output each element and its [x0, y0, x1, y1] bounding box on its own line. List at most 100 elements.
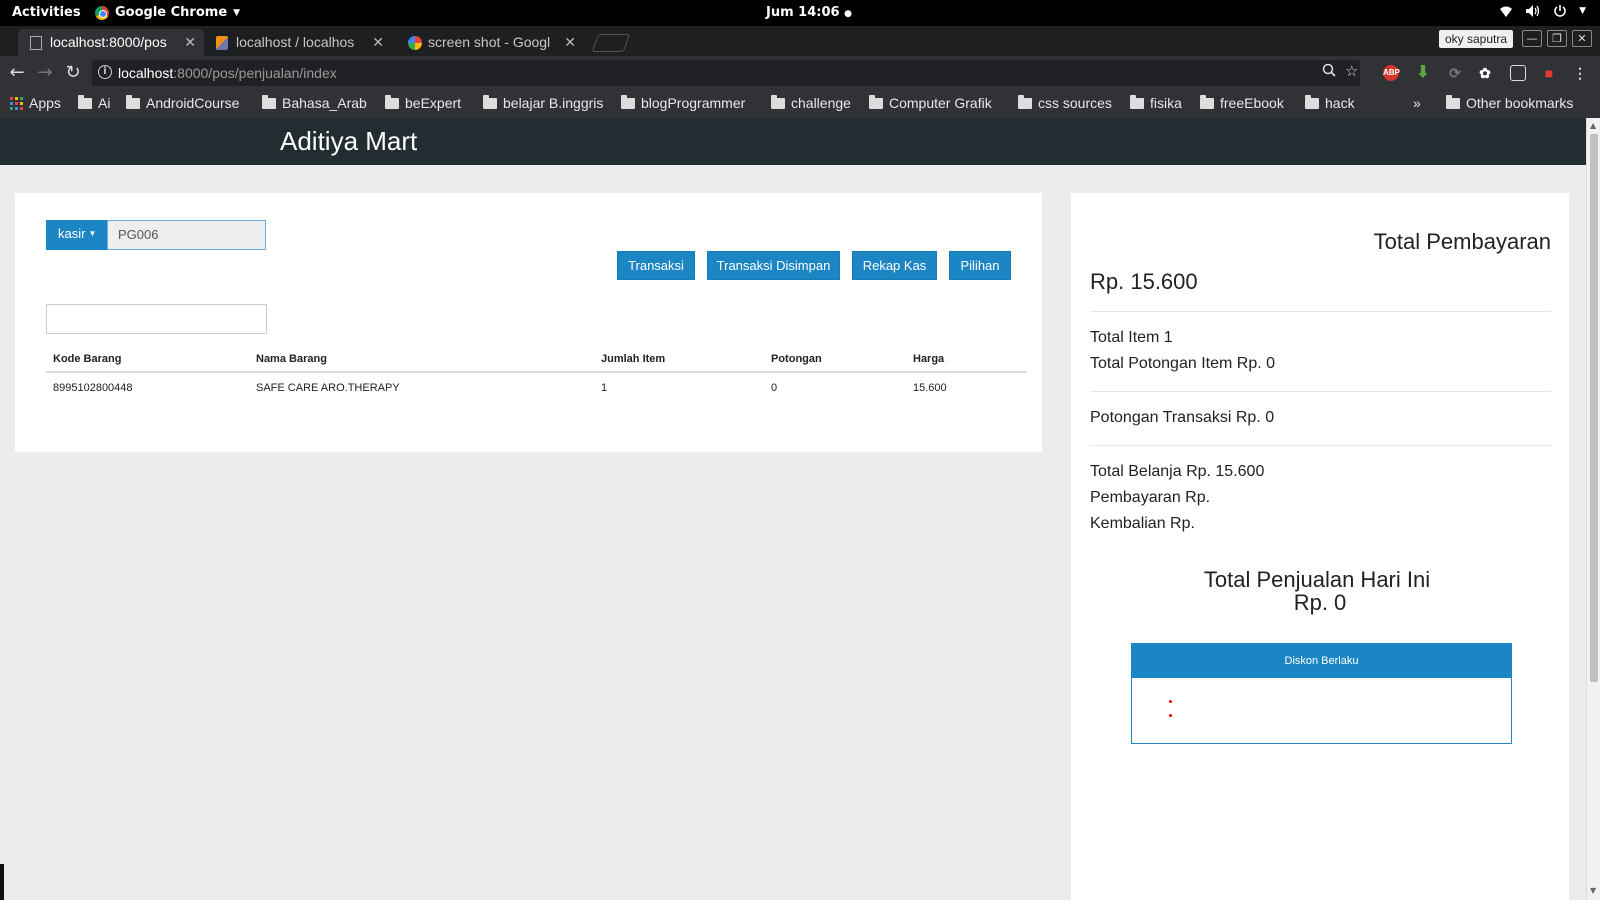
bookmark-label: Computer Grafik — [889, 95, 992, 111]
tab-strip: localhost:8000/pos ✕ localhost / localho… — [0, 26, 1600, 56]
info-icon[interactable]: i — [98, 65, 112, 79]
kasir-code-field[interactable]: PG006 — [107, 220, 266, 250]
app-header: Aditiya Mart — [0, 118, 1586, 165]
total-belanja: Total Belanja Rp. 15.600 — [1090, 463, 1265, 480]
activities-button[interactable]: Activities — [12, 5, 81, 20]
bookmarks-bar: Apps Ai AndroidCourse Bahasa_Arab beExpe… — [0, 90, 1600, 118]
scroll-down-icon[interactable]: ▼ — [1590, 886, 1596, 895]
close-tab-icon[interactable]: ✕ — [372, 34, 384, 51]
page-scrollbar[interactable]: ▲ ▼ — [1586, 118, 1600, 900]
transaksi-disimpan-button[interactable]: Transaksi Disimpan — [707, 251, 840, 280]
minimize-icon[interactable]: — — [1522, 30, 1542, 47]
clock[interactable]: Jum 14:06 ● — [766, 5, 852, 20]
table-row[interactable]: 8995102800448 SAFE CARE ARO.THERAPY 1 0 … — [46, 373, 1027, 402]
folder-icon — [1446, 94, 1460, 109]
bookmark-blogprogrammer[interactable]: blogProgrammer — [621, 94, 746, 111]
payment-summary-panel: Total Pembayaran Rp. 15.600 Total Item 1… — [1071, 193, 1569, 900]
transaction-panel: kasir ▼ PG006 Transaksi Transaksi Disimpa… — [15, 193, 1042, 452]
penjualan-hari-ini-value: Rp. 0 — [1293, 590, 1347, 615]
pembayaran: Pembayaran Rp. — [1090, 489, 1211, 506]
url-path: :8000/pos/penjualan/index — [173, 65, 337, 81]
wifi-icon — [1499, 4, 1513, 22]
close-window-icon[interactable]: ✕ — [1572, 30, 1592, 47]
folder-icon — [385, 94, 399, 109]
profile-button[interactable]: oky saputra — [1439, 30, 1514, 48]
column-header: Nama Barang — [256, 353, 327, 365]
tab-title: screen shot - Googl — [428, 34, 551, 50]
bookmark-css-sources[interactable]: css sources — [1018, 94, 1112, 111]
close-tab-icon[interactable]: ✕ — [564, 34, 576, 51]
total-item: Total Item 1 — [1090, 329, 1173, 346]
rekap-kas-button[interactable]: Rekap Kas — [852, 251, 937, 280]
phpmyadmin-icon — [216, 36, 228, 50]
tab-title: localhost:8000/pos — [50, 34, 167, 50]
nama-barang-cell: SAFE CARE ARO.THERAPY — [256, 382, 400, 394]
folder-icon — [483, 94, 497, 109]
cast-extension-icon[interactable] — [1510, 65, 1526, 81]
gnome-extension-icon[interactable]: ✿ — [1477, 65, 1493, 81]
window-edge — [0, 864, 4, 900]
potongan-transaksi: Potongan Transaksi Rp. 0 — [1090, 409, 1275, 426]
caret-down-icon: ▼ — [88, 229, 97, 238]
bookmark-belajar-binggris[interactable]: belajar B.inggris — [483, 94, 603, 111]
bookmark-star-icon[interactable]: ☆ — [1345, 62, 1358, 80]
bookmark-fisika[interactable]: fisika — [1130, 94, 1182, 111]
tab-google-search[interactable]: screen shot - Googl ✕ — [396, 29, 584, 56]
forward-arrow-icon[interactable]: → — [34, 62, 56, 83]
download-arrow-icon[interactable]: ⬇ — [1415, 65, 1431, 81]
scroll-up-icon[interactable]: ▲ — [1590, 121, 1596, 130]
url-text[interactable]: localhost:8000/pos/penjualan/index — [118, 65, 337, 81]
column-header: Harga — [913, 353, 945, 365]
bookmarks-overflow-chevron-icon[interactable]: » — [1413, 95, 1421, 111]
zoom-icon[interactable] — [1322, 63, 1336, 81]
volume-icon — [1525, 4, 1541, 22]
transaksi-button[interactable]: Transaksi — [617, 251, 695, 280]
address-bar[interactable]: i localhost:8000/pos/penjualan/index ☆ — [92, 60, 1360, 86]
total-potongan-item: Total Potongan Item Rp. 0 — [1090, 355, 1275, 372]
kasir-dropdown-button[interactable]: kasir ▼ — [46, 220, 107, 250]
bookmark-other[interactable]: Other bookmarks — [1446, 94, 1573, 111]
new-tab-button[interactable] — [591, 34, 631, 52]
system-top-bar: Activities Google Chrome ▼ Jum 14:06 ● ▼ — [0, 0, 1600, 26]
bookmark-beexpert[interactable]: beExpert — [385, 94, 461, 111]
scrollbar-thumb[interactable] — [1590, 134, 1598, 682]
divider — [1090, 311, 1551, 312]
barcode-input[interactable] — [46, 304, 267, 334]
bookmark-ai[interactable]: Ai — [78, 94, 111, 111]
jumlah-item-cell: 1 — [601, 382, 608, 394]
bookmark-challenge[interactable]: challenge — [771, 94, 851, 111]
bookmark-androidcourse[interactable]: AndroidCourse — [126, 94, 239, 111]
app-menu-label: Google Chrome — [115, 5, 228, 20]
bookmark-freeebook[interactable]: freeEbook — [1200, 94, 1284, 111]
harga-cell: 15.600 — [913, 382, 947, 394]
bookmark-hack[interactable]: hack — [1305, 94, 1355, 111]
bookmark-label: css sources — [1038, 95, 1112, 111]
tab-title: localhost / localhos — [236, 34, 355, 50]
adblock-plus-icon[interactable]: ABP — [1383, 65, 1400, 81]
app-menu[interactable]: Google Chrome ▼ — [95, 5, 240, 20]
table-header: Kode Barang Nama Barang Jumlah Item Poto… — [46, 344, 1027, 373]
chrome-menu-icon[interactable]: ⋮ — [1572, 65, 1588, 81]
bookmark-computer-grafik[interactable]: Computer Grafik — [869, 94, 992, 111]
bookmark-bahasa-arab[interactable]: Bahasa_Arab — [262, 94, 367, 111]
folder-icon — [621, 94, 635, 109]
restore-icon[interactable]: ❐ — [1547, 30, 1567, 47]
divider — [1090, 445, 1551, 446]
bookmark-label: Ai — [98, 95, 111, 111]
folder-icon — [1130, 94, 1144, 109]
sync-icon[interactable]: ⟳ — [1447, 65, 1463, 81]
back-arrow-icon[interactable]: ← — [6, 62, 28, 83]
tab-localhost-pos[interactable]: localhost:8000/pos ✕ — [18, 29, 204, 56]
brand-title[interactable]: Aditiya Mart — [280, 126, 417, 157]
close-tab-icon[interactable]: ✕ — [184, 34, 196, 51]
tab-phpmyadmin[interactable]: localhost / localhos ✕ — [204, 29, 392, 56]
bookmark-label: blogProgrammer — [641, 95, 746, 111]
system-tray[interactable]: ▼ — [1499, 4, 1586, 22]
dropdown-arrow-icon: ▼ — [1579, 6, 1586, 16]
pilihan-button[interactable]: Pilihan — [949, 251, 1011, 280]
bookmark-label: fisika — [1150, 95, 1182, 111]
folder-icon — [869, 94, 883, 109]
bookmark-apps[interactable]: Apps — [10, 95, 61, 111]
reload-icon[interactable]: ↻ — [62, 62, 84, 83]
camera-extension-icon[interactable]: ■ — [1541, 65, 1557, 81]
